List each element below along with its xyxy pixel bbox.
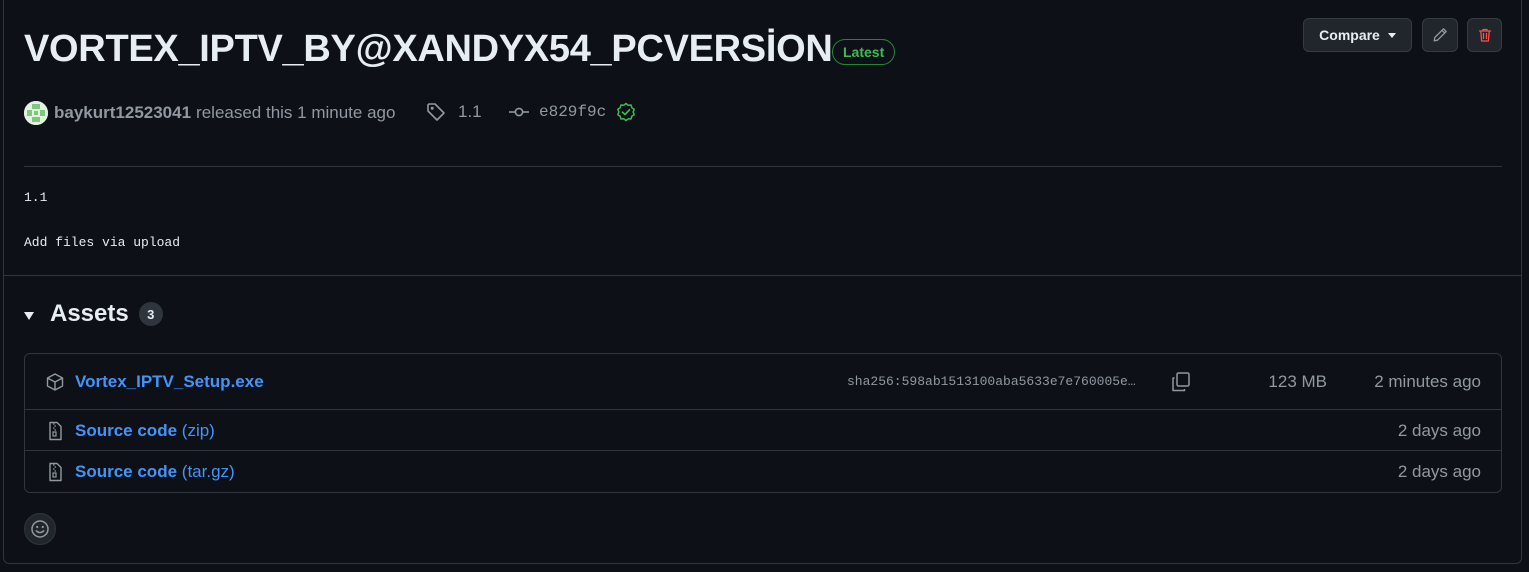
chevron-down-icon: [1387, 32, 1396, 38]
assets-list: Vortex_IPTV_Setup.exe sha256:598ab151310…: [24, 353, 1502, 493]
author-link[interactable]: baykurt12523041: [54, 103, 191, 123]
release-notes-line: Add files via upload: [24, 235, 181, 250]
commit-link[interactable]: e829f9c: [509, 102, 636, 122]
commit-sha: e829f9c: [539, 103, 607, 121]
release-meta: baykurt12523041 released this 1 minute a…: [24, 100, 395, 126]
asset-name: Source code: [75, 421, 178, 440]
tag-label: 1.1: [458, 102, 482, 121]
assets-count-badge: 3: [138, 302, 163, 326]
assets-heading: Assets: [50, 300, 129, 327]
add-reaction-button[interactable]: [24, 513, 56, 545]
identicon-icon: [24, 101, 48, 125]
asset-name: Source code: [75, 462, 178, 481]
tag-icon: [427, 103, 445, 121]
asset-ext: (tar.gz): [181, 462, 235, 481]
asset-row: Source code (zip) 2 days ago: [25, 409, 1501, 450]
trash-icon: [1478, 28, 1491, 42]
released-text: released this 1 minute ago: [196, 103, 396, 122]
release-notes-line: 1.1: [24, 190, 48, 205]
asset-row: Vortex_IPTV_Setup.exe sha256:598ab151310…: [25, 354, 1501, 409]
divider: [24, 166, 1502, 167]
copy-icon[interactable]: [1170, 371, 1192, 393]
smiley-icon: [31, 520, 49, 538]
triangle-down-icon: [24, 312, 34, 320]
divider: [3, 275, 1522, 276]
avatar[interactable]: [24, 101, 48, 125]
verified-check-icon[interactable]: [616, 102, 636, 122]
asset-time: 2 minutes ago: [1374, 372, 1481, 391]
asset-time: 2 days ago: [1397, 421, 1481, 440]
asset-time: 2 days ago: [1397, 462, 1481, 481]
file-zip-icon: [49, 421, 62, 441]
asset-sha: sha256:598ab1513100aba5633e7e760005e…: [847, 374, 1136, 389]
package-icon: [46, 373, 64, 391]
asset-ext: (zip): [181, 421, 215, 440]
pencil-icon: [1433, 28, 1447, 42]
assets-toggle[interactable]: Assets 3: [24, 300, 163, 328]
file-zip-icon: [49, 462, 62, 482]
asset-link[interactable]: Vortex_IPTV_Setup.exe: [75, 372, 264, 392]
edit-release-button[interactable]: [1422, 18, 1458, 52]
asset-link[interactable]: Source code (zip): [75, 421, 215, 441]
latest-badge: Latest: [832, 39, 896, 65]
release-title: VORTEX_IPTV_BY@XANDYX54_PCVERSİON: [24, 28, 833, 70]
git-commit-icon: [509, 107, 529, 117]
asset-link[interactable]: Source code (tar.gz): [75, 462, 235, 482]
asset-row: Source code (tar.gz) 2 days ago: [25, 450, 1501, 492]
compare-button[interactable]: Compare: [1303, 18, 1412, 52]
delete-release-button[interactable]: [1467, 18, 1502, 52]
compare-label: Compare: [1319, 27, 1380, 43]
asset-size: 123 MB: [1268, 372, 1327, 391]
tag-link[interactable]: 1.1: [426, 102, 482, 122]
